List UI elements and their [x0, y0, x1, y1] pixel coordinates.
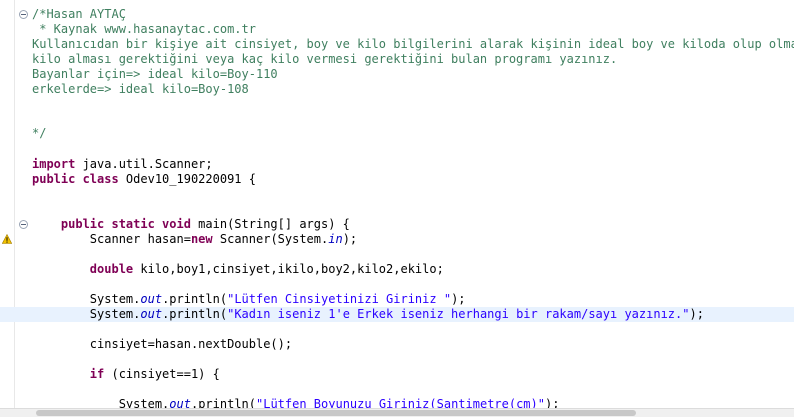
code-line: public static void main(String[] args) { [0, 217, 794, 232]
code-text: public class Odev10_190220091 { [32, 172, 256, 187]
code-text: System.out.println("Lütfen Cinsiyetinizi… [32, 292, 466, 307]
code-line: import java.util.Scanner; [0, 157, 794, 172]
fold-toggle-icon[interactable] [19, 10, 28, 19]
keyword: public class [32, 172, 119, 186]
code-line: Kullanıcıdan bir kişiye ait cinsiyet, bo… [0, 37, 794, 52]
code-text: System.out.println("Kadın iseniz 1'e Erk… [32, 307, 704, 322]
code-line: Scanner hasan=new Scanner(System.in); [0, 232, 794, 247]
code-text: cinsiyet=hasan.nextDouble(); [32, 337, 293, 351]
code-fragment: .println( [162, 292, 228, 306]
code-editor[interactable]: /*Hasan AYTAÇ * Kaynak www.hasanaytac.co… [0, 0, 794, 409]
code-text: public static void main(String[] args) { [32, 217, 350, 232]
code-fragment: main(String[] args) { [190, 217, 350, 231]
code-line: if (cinsiyet==1) { [0, 367, 794, 382]
code-text: double kilo,boy1,cinsiyet,ikilo,boy2,kil… [32, 262, 444, 277]
code-text: if (cinsiyet==1) { [32, 367, 220, 382]
comment-text: Kullanıcıdan bir kişiye ait cinsiyet, bo… [32, 37, 794, 51]
string-literal: "Kadın iseniz 1'e Erkek iseniz herhangi … [227, 307, 690, 321]
keyword: import [32, 157, 76, 171]
code-line: Bayanlar için=> ideal kilo=Boy-110 [0, 67, 794, 82]
code-line: erkelerde=> ideal kilo=Boy-108 [0, 82, 794, 97]
keyword: double [32, 262, 134, 276]
code-fragment: .println( [162, 307, 228, 321]
static-field: in [328, 232, 343, 246]
code-fragment: Scanner(System. [212, 232, 329, 246]
code-line: */ [0, 126, 794, 141]
code-line: double kilo,boy1,cinsiyet,ikilo,boy2,kil… [0, 262, 794, 277]
code-fragment: Odev10_190220091 { [118, 172, 256, 186]
code-line: * Kaynak www.hasanaytac.com.tr [0, 22, 794, 37]
code-line: public class Odev10_190220091 { [0, 172, 794, 187]
code-line: kilo alması gerektiğini veya kaç kilo ve… [0, 52, 794, 67]
fold-toggle-icon[interactable] [19, 220, 28, 229]
static-field: out [140, 307, 163, 321]
horizontal-scrollbar[interactable] [0, 408, 794, 417]
keyword: public static void [32, 217, 191, 231]
current-line-highlight: System.out.println("Kadın iseniz 1'e Erk… [0, 307, 794, 322]
warning-icon[interactable] [2, 234, 12, 244]
code-line: System.out.println("Lütfen Cinsiyetinizi… [0, 292, 794, 307]
comment-text: Bayanlar için=> ideal kilo=Boy-110 [32, 67, 278, 81]
code-fragment: ); [451, 292, 466, 306]
keyword: new [190, 232, 213, 246]
code-fragment: ); [342, 232, 358, 246]
static-field: out [140, 292, 163, 306]
comment-text: /*Hasan AYTAÇ [32, 7, 126, 21]
code-fragment: (cinsiyet==1) { [104, 367, 220, 381]
keyword: if [32, 367, 105, 381]
code-text: import java.util.Scanner; [32, 157, 213, 172]
comment-text: */ [32, 126, 47, 140]
code-fragment: Scanner hasan= [32, 232, 191, 246]
code-fragment: java.util.Scanner; [75, 157, 213, 171]
code-line: cinsiyet=hasan.nextDouble(); [0, 337, 794, 352]
comment-text: erkelerde=> ideal kilo=Boy-108 [32, 82, 249, 96]
code-line: /*Hasan AYTAÇ [0, 7, 794, 22]
scrollbar-thumb[interactable] [36, 410, 636, 416]
comment-text: kilo alması gerektiğini veya kaç kilo ve… [32, 52, 618, 66]
code-text: Scanner hasan=new Scanner(System.in); [32, 232, 357, 247]
code-fragment: kilo,boy1,cinsiyet,ikilo,boy2,kilo2,ekil… [133, 262, 444, 276]
code-fragment: ); [689, 307, 704, 321]
comment-text: * Kaynak www.hasanaytac.com.tr [32, 22, 256, 36]
code-fragment: System. [32, 292, 141, 306]
code-fragment: System. [32, 307, 141, 321]
string-literal: "Lütfen Cinsiyetinizi Giriniz " [227, 292, 452, 306]
